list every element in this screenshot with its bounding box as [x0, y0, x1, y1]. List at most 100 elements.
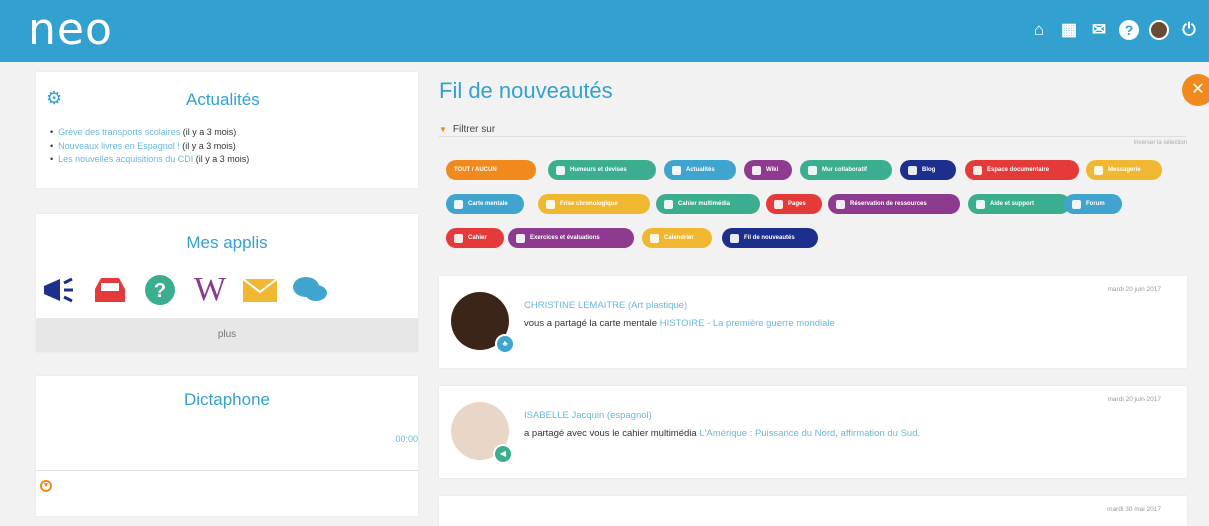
app-icons: ? W: [42, 271, 328, 308]
post-author[interactable]: ISABELLE Jacquin (espagnol): [524, 410, 652, 421]
dictaphone-title: Dictaphone: [183, 390, 270, 409]
wiki-icon[interactable]: W: [192, 271, 228, 308]
filter-chip[interactable]: Humeurs et devises: [548, 160, 656, 180]
filter-chip[interactable]: Actualités: [664, 160, 736, 180]
chip-app-icon: [730, 233, 739, 243]
chip-label: Mur collaboratif: [822, 167, 868, 173]
news-item: Nouveaux livres en Espagnol ! (il y a 3 …: [50, 140, 249, 154]
filter-chip[interactable]: Forum: [1064, 194, 1122, 214]
chip-app-icon: [976, 199, 985, 209]
user-avatar-icon[interactable]: [1149, 20, 1169, 40]
feed-post: mardi 20 juin 2017 ♣ CHRISTINE LEMAITRE …: [439, 276, 1187, 368]
filter-chip[interactable]: Pages: [766, 194, 822, 214]
chip-app-icon: [650, 233, 659, 243]
chip-app-icon: [1072, 199, 1081, 209]
header-icons: ⌂ ▦ ✉ ? ⏻: [1029, 20, 1199, 40]
help-circle-icon[interactable]: ?: [142, 272, 178, 308]
chip-label: Espace documentaire: [987, 167, 1050, 173]
close-fab-icon[interactable]: ✕: [1182, 74, 1209, 106]
filter-chip[interactable]: Aide et support: [968, 194, 1070, 214]
chip-label: Cahier: [468, 235, 487, 241]
filter-chip[interactable]: Wiki: [744, 160, 792, 180]
post-action: vous a partagé la carte mentale HISTOIRE…: [524, 318, 835, 329]
chip-label: Forum: [1086, 201, 1105, 207]
dictaphone-widget: Dictaphone 00:00 ▼: [36, 376, 418, 516]
filter-toggle[interactable]: ▼ Filtrer sur: [439, 124, 495, 135]
help-icon[interactable]: ?: [1119, 20, 1139, 40]
record-button-icon[interactable]: ▼: [40, 480, 52, 492]
divider: [439, 136, 1187, 137]
chip-label: Cahier multimédia: [678, 201, 731, 207]
news-link[interactable]: Grève des transports scolaires: [58, 127, 180, 137]
chip-app-icon: [546, 199, 555, 209]
mindmap-badge-icon: ♣: [495, 334, 515, 354]
chip-app-icon: [672, 165, 681, 175]
chip-app-icon: [752, 165, 761, 175]
chip-label: Pages: [788, 201, 806, 207]
gear-icon[interactable]: ⚙: [46, 89, 62, 107]
filter-chip[interactable]: Exercices et évaluations: [508, 228, 634, 248]
megaphone-icon[interactable]: [42, 272, 78, 308]
filter-chip[interactable]: Mur collaboratif: [800, 160, 892, 180]
post-action: a partagé avec vous le cahier multimédia…: [524, 428, 920, 439]
power-icon[interactable]: ⏻: [1179, 20, 1199, 40]
home-icon[interactable]: ⌂: [1029, 20, 1049, 40]
news-link[interactable]: Nouveaux livres en Espagnol !: [58, 141, 180, 151]
feed-title: Fil de nouveautés: [439, 78, 613, 103]
filter-chip[interactable]: Fil de nouveautés: [722, 228, 818, 248]
chip-app-icon: [774, 199, 783, 209]
news-link[interactable]: Les nouvelles acquisitions du CDI: [58, 154, 193, 164]
envelope-icon[interactable]: [242, 272, 278, 308]
chip-label: Calendrier: [664, 235, 694, 241]
chip-label: Carte mentale: [468, 201, 508, 207]
chat-bubbles-icon[interactable]: [292, 272, 328, 308]
post-date: mardi 30 mai 2017: [1107, 506, 1161, 513]
news-widget: ⚙ Actualités Grève des transports scolai…: [36, 72, 418, 188]
filter-chip[interactable]: Réservation de ressources: [828, 194, 960, 214]
filter-chip[interactable]: Messagerie: [1086, 160, 1162, 180]
filter-chip[interactable]: Espace documentaire: [965, 160, 1079, 180]
chip-label: Humeurs et devises: [570, 167, 627, 173]
chip-label: Wiki: [766, 167, 779, 173]
chip-app-icon: [808, 165, 817, 175]
chip-label: Réservation de ressources: [850, 201, 927, 207]
apps-grid-icon[interactable]: ▦: [1059, 20, 1079, 40]
chip-label: Fil de nouveautés: [744, 235, 795, 241]
divider: [36, 470, 418, 471]
chip-label: Aide et support: [990, 201, 1035, 207]
filter-chip[interactable]: Cahier: [446, 228, 504, 248]
dictaphone-time: 00:00: [395, 434, 418, 444]
filter-chip[interactable]: Carte mentale: [446, 194, 524, 214]
mail-icon[interactable]: ✉: [1089, 20, 1109, 40]
chip-app-icon: [516, 233, 525, 243]
neo-logo[interactable]: neo: [28, 4, 113, 55]
apps-widget-title: Mes applis: [186, 233, 268, 252]
chip-label: Messagerie: [1108, 167, 1141, 173]
filter-chip[interactable]: Calendrier: [642, 228, 712, 248]
post-object-link[interactable]: L'Amérique : Puissance du Nord, affirmat…: [699, 428, 920, 439]
post-object-link[interactable]: HISTOIRE - La première guerre mondiale: [660, 318, 835, 329]
invert-selection-link[interactable]: Inverser la sélection: [1134, 140, 1187, 146]
filter-chip[interactable]: Frise chronologique: [538, 194, 650, 214]
notebook-badge-icon: ◀: [493, 444, 513, 464]
chip-label: Exercices et évaluations: [530, 235, 600, 241]
post-author[interactable]: CHRISTINE LEMAITRE (Art plastique): [524, 300, 687, 311]
news-age: (il y a 3 mois): [195, 154, 250, 164]
post-action-text: a partagé avec vous le cahier multimédia: [524, 428, 700, 439]
inbox-tray-icon[interactable]: [92, 272, 128, 308]
filter-chip[interactable]: TOUT / AUCUN: [446, 160, 536, 180]
feed-post: mardi 20 juin 2017 ◀ ISABELLE Jacquin (e…: [439, 386, 1187, 478]
chip-app-icon: [908, 165, 917, 175]
news-item: Grève des transports scolaires (il y a 3…: [50, 126, 249, 140]
top-bar: neo ⌂ ▦ ✉ ? ⏻: [0, 0, 1209, 62]
chip-label: Frise chronologique: [560, 201, 618, 207]
filter-chip[interactable]: Cahier multimédia: [656, 194, 760, 214]
news-age: (il y a 3 mois): [182, 127, 237, 137]
news-item: Les nouvelles acquisitions du CDI (il y …: [50, 153, 249, 167]
chip-app-icon: [556, 165, 565, 175]
more-apps-button[interactable]: plus: [36, 318, 418, 352]
chip-app-icon: [836, 199, 845, 209]
news-age: (il y a 3 mois): [182, 140, 236, 151]
filter-chip[interactable]: Blog: [900, 160, 956, 180]
chip-label: TOUT / AUCUN: [454, 167, 497, 173]
